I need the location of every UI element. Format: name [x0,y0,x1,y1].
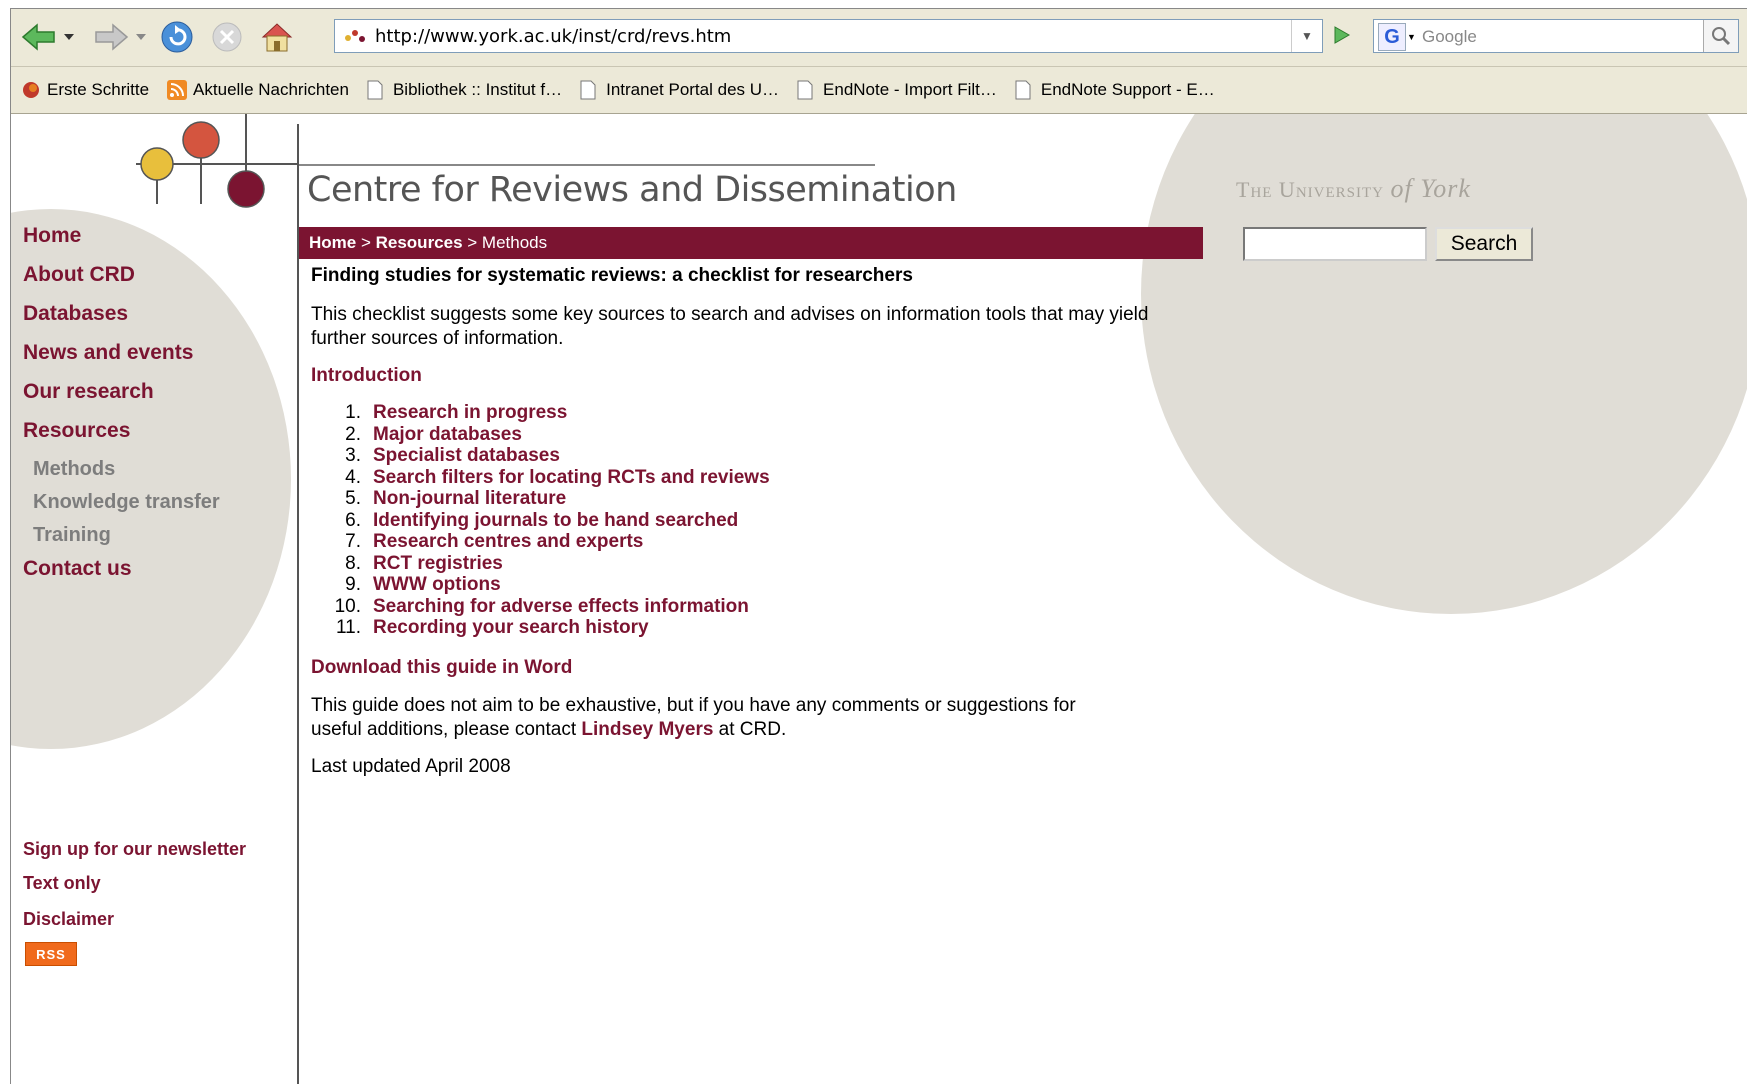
download-word-link[interactable]: Download this guide in Word [311,656,1161,680]
list-item-link[interactable]: Research centres and experts [373,531,643,553]
nav-contact-us[interactable]: Contact us [23,557,132,581]
magnifier-search-icon[interactable] [1703,20,1738,52]
york-label: of York [1390,174,1471,203]
nav-sub-knowledge-transfer[interactable]: Knowledge transfer [33,491,220,514]
url-history-chevron-down-icon[interactable]: ▼ [1291,20,1322,52]
stop-icon[interactable] [207,19,247,55]
bookmark-label: Intranet Portal des U… [606,80,780,99]
comments-text-end: at CRD. [713,719,787,740]
back-icon[interactable] [19,19,59,55]
address-bar[interactable]: http://www.york.ac.uk/inst/crd/revs.htm … [334,19,1323,53]
list-item-link[interactable]: Recording your search history [373,617,649,639]
breadcrumb-separator: > [462,233,482,252]
page-icon [367,80,385,100]
rss-feed-icon [167,80,188,100]
list-item-link[interactable]: Non-journal literature [373,488,566,510]
breadcrumb-current: Methods [481,233,548,252]
bookmark-label: Bibliothek :: Institut f… [392,80,563,99]
university-of-york-logo[interactable]: The University of York [1236,174,1471,204]
page-icon [580,80,598,100]
university-label: The University [1236,177,1384,202]
site-search-button[interactable]: Search [1435,227,1533,261]
title-rule [299,164,875,166]
reload-icon[interactable] [157,19,197,55]
go-icon[interactable] [1327,21,1355,49]
crd-logo-icon [136,114,306,219]
introduction-link[interactable]: Introduction [311,364,1161,388]
search-engine-chevron-down-icon[interactable]: ▼ [1407,32,1416,42]
search-engine-bar[interactable]: G ▼ Google [1373,19,1739,53]
bookmark-endnote-import[interactable]: EndNote - Import Filt… [797,80,997,100]
site-search-input[interactable] [1243,227,1427,261]
site-favicon-icon [343,28,367,49]
page-icon [797,80,815,100]
google-logo-icon[interactable]: G [1378,23,1406,51]
newsletter-signup-link[interactable]: Sign up for our newsletter [23,839,246,860]
list-item-link[interactable]: Major databases [373,424,522,446]
url-text[interactable]: http://www.york.ac.uk/inst/crd/revs.htm [375,26,731,47]
bookmark-endnote-support[interactable]: EndNote Support - E… [1015,80,1215,100]
rss-badge[interactable]: RSS [25,942,77,966]
nav-resources[interactable]: Resources [23,419,130,443]
web-page: Centre for Reviews and Dissemination Hom… [11,114,1747,1084]
bookmark-aktuelle-nachrichten[interactable]: Aktuelle Nachrichten [167,80,349,100]
contact-link[interactable]: Lindsey Myers [581,719,713,740]
nav-our-research[interactable]: Our research [23,380,154,404]
list-item-link[interactable]: Specialist databases [373,445,560,467]
nav-databases[interactable]: Databases [23,302,128,326]
header-divider [297,124,299,1084]
nav-news-and-events[interactable]: News and events [23,341,193,365]
firefox-icon [21,80,39,100]
list-item-link[interactable]: Searching for adverse effects informatio… [373,596,749,618]
navigation-toolbar: http://www.york.ac.uk/inst/crd/revs.htm … [11,9,1747,67]
back-history-chevron-down-icon[interactable] [61,19,77,55]
breadcrumb-home[interactable]: Home [309,233,356,253]
list-item-link[interactable]: Research in progress [373,402,567,424]
nav-home[interactable]: Home [23,224,81,248]
bookmark-label: EndNote - Import Filt… [823,80,997,99]
list-item-link[interactable]: RCT registries [373,553,503,575]
breadcrumb: Home > Resources > Methods [299,227,1203,259]
bookmark-label: Erste Schritte [47,80,150,99]
nav-about-crd[interactable]: About CRD [23,263,135,287]
nav-sub-methods[interactable]: Methods [33,458,115,481]
home-icon[interactable] [257,19,297,55]
bookmark-intranet-portal[interactable]: Intranet Portal des U… [580,80,779,100]
page-icon [1015,80,1033,100]
disclaimer-link[interactable]: Disclaimer [23,909,114,930]
list-item-link[interactable]: Search filters for locating RCTs and rev… [373,467,770,489]
browser-window: http://www.york.ac.uk/inst/crd/revs.htm … [10,8,1747,1084]
page-heading: Finding studies for systematic reviews: … [311,265,913,286]
forward-icon[interactable] [91,19,131,55]
breadcrumb-separator: > [356,233,376,252]
bookmarks-toolbar: Erste Schritte Aktuelle Nachrichten Bibl… [11,67,1747,114]
text-only-link[interactable]: Text only [23,873,101,894]
bookmark-label: Aktuelle Nachrichten [193,80,349,99]
comments-paragraph: This guide does not aim to be exhaustive… [311,694,1111,742]
intro-paragraph: This checklist suggests some key sources… [311,304,1149,349]
list-item-link[interactable]: Identifying journals to be hand searched [373,510,738,532]
site-title[interactable]: Centre for Reviews and Dissemination [307,170,957,210]
bookmark-bibliothek[interactable]: Bibliothek :: Institut f… [367,80,562,100]
search-engine-input[interactable]: Google [1422,27,1477,47]
bookmark-label: EndNote Support - E… [1040,80,1215,99]
nav-sub-training[interactable]: Training [33,524,111,547]
list-item-link[interactable]: WWW options [373,574,501,596]
last-updated: Last updated April 2008 [311,756,511,777]
bookmark-erste-schritte[interactable]: Erste Schritte [21,80,149,100]
forward-history-chevron-down-icon[interactable] [133,19,149,55]
breadcrumb-resources[interactable]: Resources [376,233,463,253]
